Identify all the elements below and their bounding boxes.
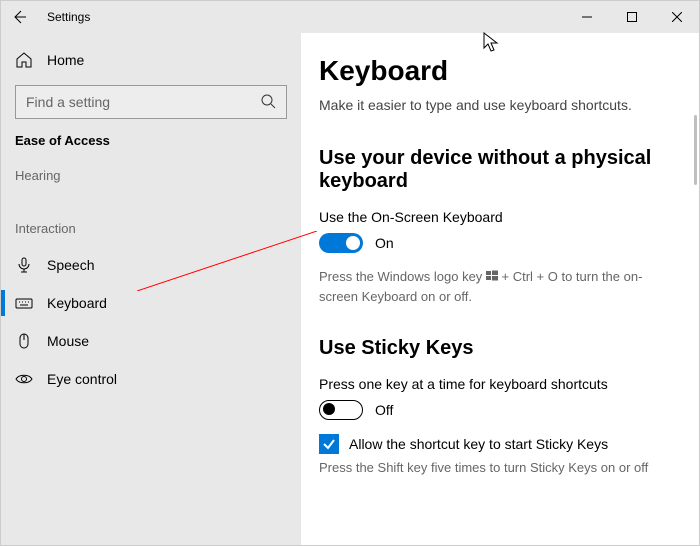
sidebar-item-label: Mouse <box>47 333 89 349</box>
eye-icon <box>15 370 33 388</box>
sidebar-item-mouse[interactable]: Mouse <box>1 322 301 360</box>
sidebar-item-home[interactable]: Home <box>1 41 301 79</box>
sidebar-item-label: Keyboard <box>47 295 107 311</box>
sidebar-item-label: Speech <box>47 257 94 273</box>
sidebar-item-label: Home <box>47 52 84 68</box>
search-icon <box>260 93 276 112</box>
window-maximize-button[interactable] <box>609 1 654 33</box>
mouse-icon <box>15 332 33 350</box>
section-heading-osk: Use your device without a physical keybo… <box>319 147 669 193</box>
toggle-label-sticky: Press one key at a time for keyboard sho… <box>319 376 669 392</box>
search-input[interactable]: Find a setting <box>15 85 287 119</box>
sidebar-section-ease-of-access: Ease of Access <box>1 133 301 148</box>
back-arrow-icon[interactable] <box>11 9 27 25</box>
vertical-scrollbar[interactable] <box>694 115 697 185</box>
checkbox-label: Allow the shortcut key to start Sticky K… <box>349 436 608 452</box>
check-icon <box>322 437 336 451</box>
page-subtitle: Make it easier to type and use keyboard … <box>319 97 669 113</box>
sidebar-group-interaction: Interaction <box>1 221 301 236</box>
toggle-on-screen-keyboard[interactable] <box>319 233 363 253</box>
toggle-label-osk: Use the On-Screen Keyboard <box>319 209 669 225</box>
page-title: Keyboard <box>319 55 669 87</box>
checkbox-allow-shortcut-sticky[interactable] <box>319 434 339 454</box>
sidebar-item-speech[interactable]: Speech <box>1 246 301 284</box>
sidebar-item-keyboard[interactable]: Keyboard <box>1 284 301 322</box>
sticky-hint: Press the Shift key five times to turn S… <box>319 458 669 478</box>
toggle-sticky-keys[interactable] <box>319 400 363 420</box>
keyboard-icon <box>15 294 33 312</box>
sidebar-item-eye-control[interactable]: Eye control <box>1 360 301 398</box>
window-close-button[interactable] <box>654 1 699 33</box>
window-minimize-button[interactable] <box>564 1 609 33</box>
content-pane: Keyboard Make it easier to type and use … <box>301 33 699 545</box>
section-heading-sticky: Use Sticky Keys <box>319 337 669 360</box>
osk-hint: Press the Windows logo key + Ctrl + O to… <box>319 267 669 307</box>
sidebar-item-label: Eye control <box>47 371 117 387</box>
titlebar: Settings <box>1 1 699 33</box>
microphone-icon <box>15 256 33 274</box>
search-placeholder: Find a setting <box>26 94 110 110</box>
sidebar: Home Find a setting Ease of Access Heari… <box>1 33 301 545</box>
toggle-state-sticky: Off <box>375 402 393 418</box>
window-title: Settings <box>47 10 90 24</box>
sidebar-group-hearing: Hearing <box>1 168 301 183</box>
home-icon <box>15 51 33 69</box>
toggle-state-osk: On <box>375 235 394 251</box>
windows-key-icon <box>486 268 498 288</box>
